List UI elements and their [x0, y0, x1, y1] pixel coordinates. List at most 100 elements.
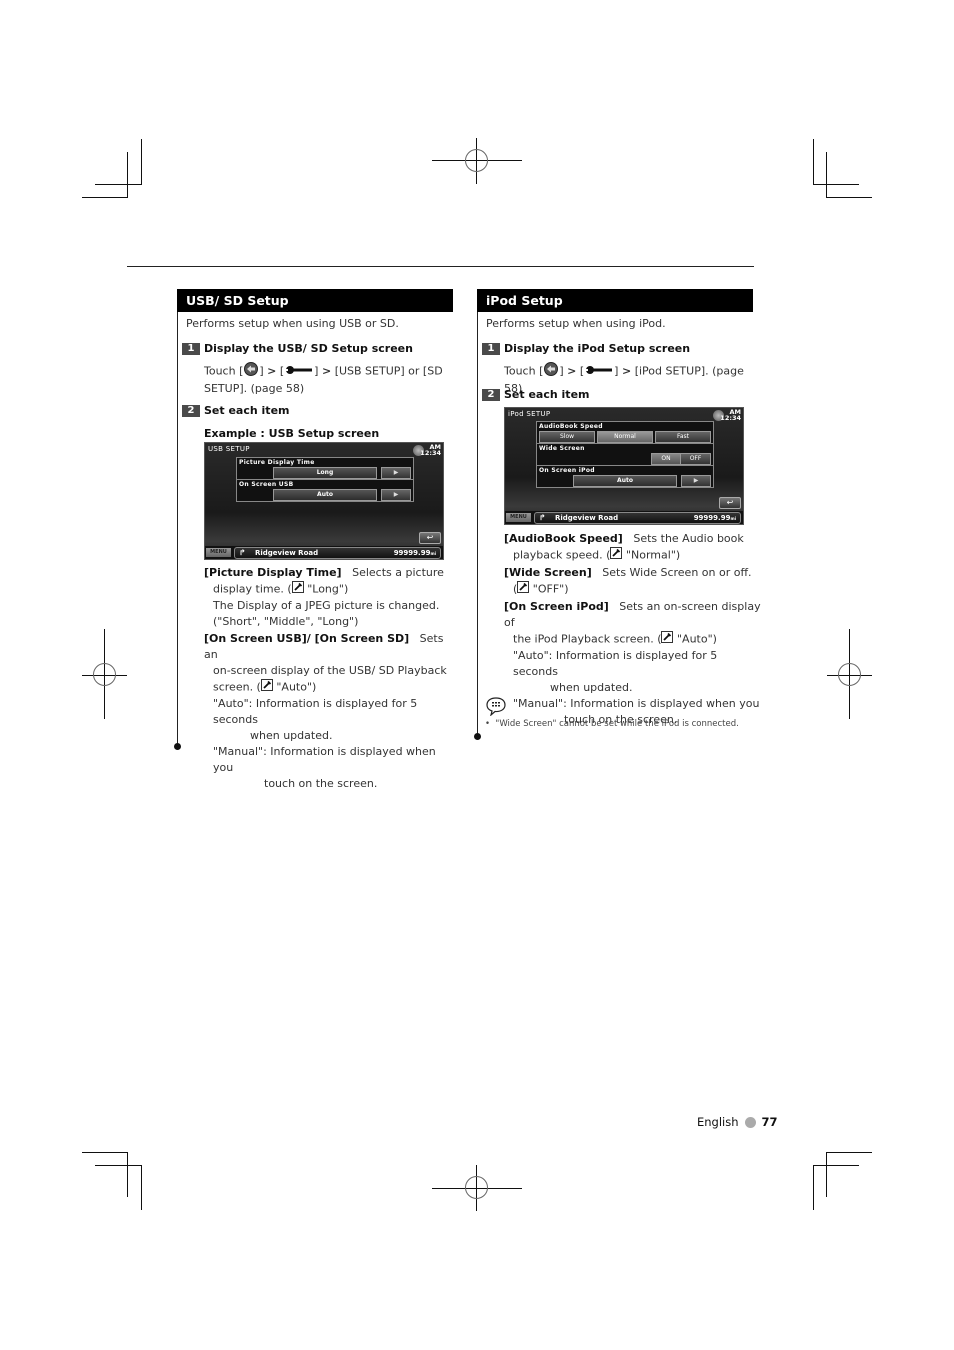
right-column-end-dot: [474, 733, 481, 740]
option-normal-button[interactable]: Normal: [597, 431, 653, 443]
default-wrench-icon: [260, 679, 273, 696]
item-wide-screen: [Wide Screen] Sets Wide Screen on or off…: [504, 565, 764, 598]
default-wrench-icon: [661, 631, 674, 648]
step-number: 1: [482, 342, 500, 355]
item-desc: Sets Wide Screen on or off.: [602, 566, 752, 579]
item-desc: Selects a picture: [352, 566, 444, 579]
step-number: 2: [482, 388, 500, 401]
item-desc: Sets the Audio book: [633, 532, 744, 545]
item-on-screen-ipod: [On Screen iPod] Sets an on-screen displ…: [504, 599, 764, 728]
screen-status-bar: MENU ↱ Ridgeview Road 99999.99mi: [205, 546, 443, 559]
section-intro: Performs setup when using iPod.: [486, 317, 666, 330]
item-name: [Picture Display Time]: [204, 566, 342, 579]
option-on-button[interactable]: ON: [651, 453, 681, 465]
item-desc: playback speed. (: [513, 548, 611, 562]
distance: 99999.99mi: [694, 513, 736, 524]
setting-row-on-screen-ipod: On Screen iPod Auto ▶: [537, 466, 713, 487]
footer-language: English: [697, 1115, 739, 1129]
top-rule: [127, 266, 754, 267]
bracket: ]: [559, 364, 564, 378]
note-icon: [485, 696, 507, 720]
step-2: 2 Set each item: [482, 388, 590, 401]
item-name: [Wide Screen]: [504, 566, 592, 579]
step-1: 1 Display the USB/ SD Setup screen: [182, 342, 413, 355]
menu-path-cont: SETUP]. (page 58): [204, 382, 305, 395]
item-options: ("Short", "Middle", "Long"): [213, 615, 359, 628]
option-slow-button[interactable]: Slow: [539, 431, 595, 443]
next-option-button[interactable]: ▶: [681, 475, 711, 487]
distance-value: 99999.99: [693, 514, 731, 522]
setting-row-on-screen-usb: On Screen USB Auto ▶: [237, 480, 413, 501]
setting-row-audiobook-speed: AudioBook Speed Slow Normal Fast: [537, 422, 713, 444]
option-desc: touch on the screen.: [264, 777, 378, 790]
example-label: Example : USB Setup screen: [204, 427, 380, 440]
step-heading: Display the iPod Setup screen: [504, 342, 691, 355]
left-column-rule: [177, 312, 178, 746]
return-button[interactable]: ↩: [419, 532, 441, 544]
step-number: 1: [182, 342, 200, 355]
settings-panel: AudioBook Speed Slow Normal Fast Wide Sc…: [536, 421, 714, 488]
default-value: "Normal"): [625, 548, 681, 562]
usb-sd-setup-section: USB/ SD Setup Performs setup when using …: [177, 289, 453, 790]
road-name: Ridgeview Road: [555, 514, 619, 522]
ipod-setup-screen: iPod SETUP AM 12:34 AudioBook Speed Slow…: [504, 407, 744, 525]
screen-title: USB SETUP: [208, 445, 250, 453]
setting-value[interactable]: Auto: [273, 489, 377, 501]
road-name: Ridgeview Road: [255, 549, 319, 557]
footer-separator-dot: [744, 1116, 756, 1128]
navigation-bar[interactable]: ↱ Ridgeview Road 99999.99mi: [534, 512, 741, 524]
item-on-screen-usb-sd: [On Screen USB]/ [On Screen SD] Sets an …: [204, 631, 454, 792]
setting-row-picture-display-time: Picture Display Time Long ▶: [237, 458, 413, 480]
option-label: "Auto":: [213, 697, 253, 710]
step-heading: Set each item: [204, 404, 290, 417]
navigation-bar[interactable]: ↱ Ridgeview Road 99999.99mi: [234, 547, 441, 559]
settings-panel: Picture Display Time Long ▶ On Screen US…: [236, 457, 414, 502]
setup-wrench-icon: [584, 364, 614, 380]
step-heading: Display the USB/ SD Setup screen: [204, 342, 413, 355]
item-desc: the iPod Playback screen. (: [513, 632, 662, 646]
page-number: 77: [761, 1115, 778, 1129]
default-value: "OFF"): [532, 582, 569, 596]
option-label: "Manual":: [513, 697, 567, 710]
arrow-separator: >: [321, 364, 332, 378]
note-text: • "Wide Screen" cannot be set while the …: [485, 719, 739, 729]
step-2: 2 Set each item: [182, 404, 290, 417]
menu-button[interactable]: MENU: [206, 548, 231, 557]
return-button[interactable]: ↩: [719, 497, 741, 509]
clock-time: 12:34: [720, 414, 741, 422]
setting-label: Wide Screen: [539, 445, 585, 452]
setup-wrench-icon: [284, 364, 314, 380]
default-wrench-icon: [517, 581, 530, 598]
option-off-button[interactable]: OFF: [680, 453, 711, 465]
turn-right-arrow-icon: ↱: [539, 513, 546, 522]
section-title: USB/ SD Setup: [177, 289, 453, 312]
default-wrench-icon: [291, 581, 304, 598]
setting-value[interactable]: Auto: [573, 475, 677, 487]
menu-button[interactable]: MENU: [506, 513, 531, 522]
next-option-button[interactable]: ▶: [381, 489, 411, 501]
option-fast-button[interactable]: Fast: [655, 431, 711, 443]
setting-label: AudioBook Speed: [539, 423, 603, 430]
item-note: The Display of a JPEG picture is changed…: [213, 599, 440, 612]
turn-right-arrow-icon: ↱: [239, 548, 246, 557]
next-option-button[interactable]: ▶: [381, 467, 411, 479]
clock: AM 12:34: [420, 444, 441, 457]
section-title: iPod Setup: [477, 289, 753, 312]
arrow-separator: >: [267, 364, 277, 378]
option-label: "Auto":: [513, 649, 553, 662]
item-name: [AudioBook Speed]: [504, 532, 623, 545]
setting-label: On Screen USB: [239, 481, 294, 488]
setting-value[interactable]: Long: [273, 467, 377, 479]
bracket: ]: [314, 364, 319, 378]
arrow-separator: >: [621, 364, 632, 378]
bracket: ]: [614, 364, 619, 378]
option-desc: Information is displayed when you: [570, 697, 760, 710]
default-value: "Long"): [307, 582, 349, 596]
ipod-setup-section: iPod Setup Performs setup when using iPo…: [477, 289, 761, 729]
page-footer: English 77: [697, 1115, 778, 1129]
distance-value: 99999.99: [393, 549, 431, 557]
item-audiobook-speed: [AudioBook Speed] Sets the Audio book pl…: [504, 531, 764, 564]
setting-label: On Screen iPod: [539, 467, 595, 474]
arrow-separator: >: [567, 364, 577, 378]
default-wrench-icon: [610, 547, 623, 564]
